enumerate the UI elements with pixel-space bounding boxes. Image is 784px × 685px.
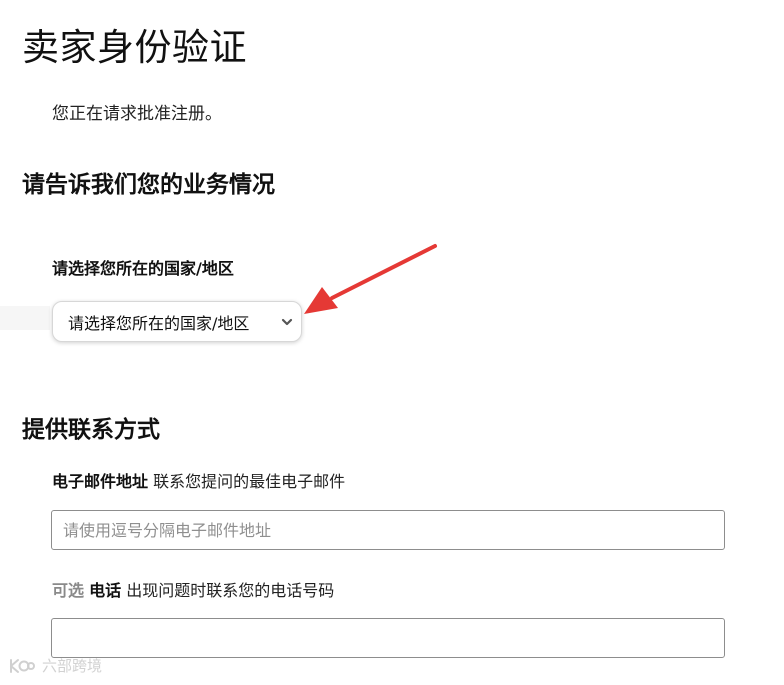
watermark-text: 六部跨境 bbox=[42, 656, 103, 675]
phone-input[interactable] bbox=[51, 618, 725, 658]
business-section-title: 请告诉我们您的业务情况 bbox=[22, 172, 275, 198]
phone-label-row: 可选 电话 出现问题时联系您的电话号码 bbox=[52, 581, 334, 600]
email-description: 联系您提问的最佳电子邮件 bbox=[153, 472, 346, 491]
email-label: 电子邮件地址 bbox=[52, 472, 149, 491]
page-title: 卖家身份验证 bbox=[22, 26, 247, 69]
watermark-logo-icon bbox=[10, 659, 35, 673]
red-arrow-icon bbox=[304, 244, 437, 314]
phone-description: 出现问题时联系您的电话号码 bbox=[126, 581, 335, 600]
left-side-highlight bbox=[0, 306, 50, 330]
email-label-row: 电子邮件地址 联系您提问的最佳电子邮件 bbox=[52, 472, 345, 491]
optional-tag: 可选 bbox=[52, 581, 85, 600]
chevron-down-icon bbox=[281, 316, 293, 328]
contact-section-title: 提供联系方式 bbox=[22, 417, 160, 443]
page-subtitle: 您正在请求批准注册。 bbox=[52, 104, 222, 124]
phone-label: 电话 bbox=[89, 581, 122, 600]
email-input[interactable] bbox=[51, 510, 725, 550]
watermark: 六部跨境 bbox=[8, 656, 102, 676]
country-region-select-value: 请选择您所在的国家/地区 bbox=[68, 313, 250, 333]
country-region-select[interactable]: 请选择您所在的国家/地区 bbox=[52, 301, 302, 342]
country-region-label: 请选择您所在的国家/地区 bbox=[52, 259, 234, 278]
seller-verification-page: 卖家身份验证 您正在请求批准注册。 请告诉我们您的业务情况 请选择您所在的国家/… bbox=[0, 0, 784, 685]
